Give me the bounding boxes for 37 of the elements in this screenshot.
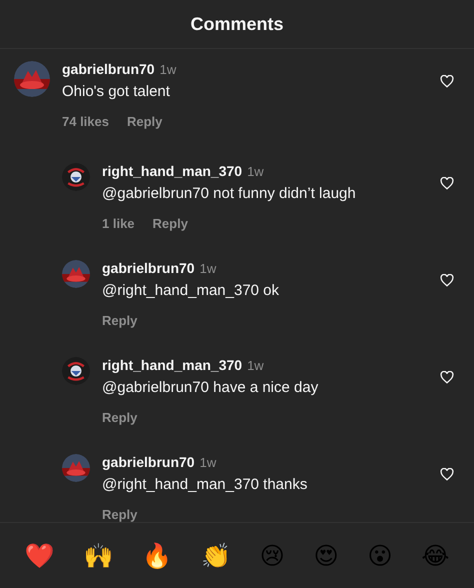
comment-time: 1w bbox=[200, 455, 216, 470]
like-heart-icon[interactable] bbox=[440, 371, 454, 384]
username[interactable]: gabrielbrun70 bbox=[102, 454, 195, 470]
emoji-reaction-button[interactable]: 🙌 bbox=[83, 542, 114, 570]
reply-button[interactable]: Reply bbox=[152, 216, 188, 231]
comment-time: 1w bbox=[160, 62, 176, 77]
comment-text: @gabrielbrun70 not funny didn’t laugh bbox=[102, 185, 357, 202]
reply-button[interactable]: Reply bbox=[102, 410, 138, 425]
avatar-icon bbox=[14, 61, 50, 97]
avatar-icon bbox=[62, 357, 90, 385]
like-count[interactable]: 1 like bbox=[102, 216, 135, 231]
username[interactable]: right_hand_man_370 bbox=[102, 357, 242, 373]
emoji-reaction-button[interactable]: ❤ bbox=[24, 542, 54, 570]
like-heart-icon[interactable] bbox=[440, 177, 454, 190]
like-heart-icon[interactable] bbox=[440, 274, 454, 287]
username[interactable]: gabrielbrun70 bbox=[102, 260, 195, 276]
comment-time: 1w bbox=[247, 164, 264, 179]
username[interactable]: gabrielbrun70 bbox=[62, 61, 155, 77]
avatar-icon bbox=[62, 454, 90, 482]
comment-text: @right_hand_man_370 ok bbox=[102, 282, 280, 299]
comment-text: @right_hand_man_370 thanks bbox=[102, 476, 308, 493]
reply-button[interactable]: Reply bbox=[102, 313, 138, 328]
username[interactable]: right_hand_man_370 bbox=[102, 163, 242, 179]
comment-time: 1w bbox=[200, 261, 216, 276]
avatar-icon bbox=[62, 260, 90, 288]
like-heart-icon[interactable] bbox=[440, 468, 454, 481]
comment-text: Ohio's got talent bbox=[62, 83, 171, 100]
comment-time: 1w bbox=[247, 358, 264, 373]
like-count[interactable]: 74 likes bbox=[62, 114, 109, 129]
emoji-reaction-button[interactable]: 🔥 bbox=[142, 542, 172, 570]
like-heart-icon[interactable] bbox=[440, 75, 454, 88]
avatar-icon bbox=[62, 163, 90, 191]
comment-text: @gabrielbrun70 have a nice day bbox=[102, 379, 320, 396]
reply-button[interactable]: Reply bbox=[102, 507, 138, 522]
reply-button[interactable]: Reply bbox=[127, 114, 162, 129]
header-title: Comments bbox=[190, 14, 284, 34]
emoji-reaction-button[interactable]: 👏 bbox=[200, 542, 231, 570]
